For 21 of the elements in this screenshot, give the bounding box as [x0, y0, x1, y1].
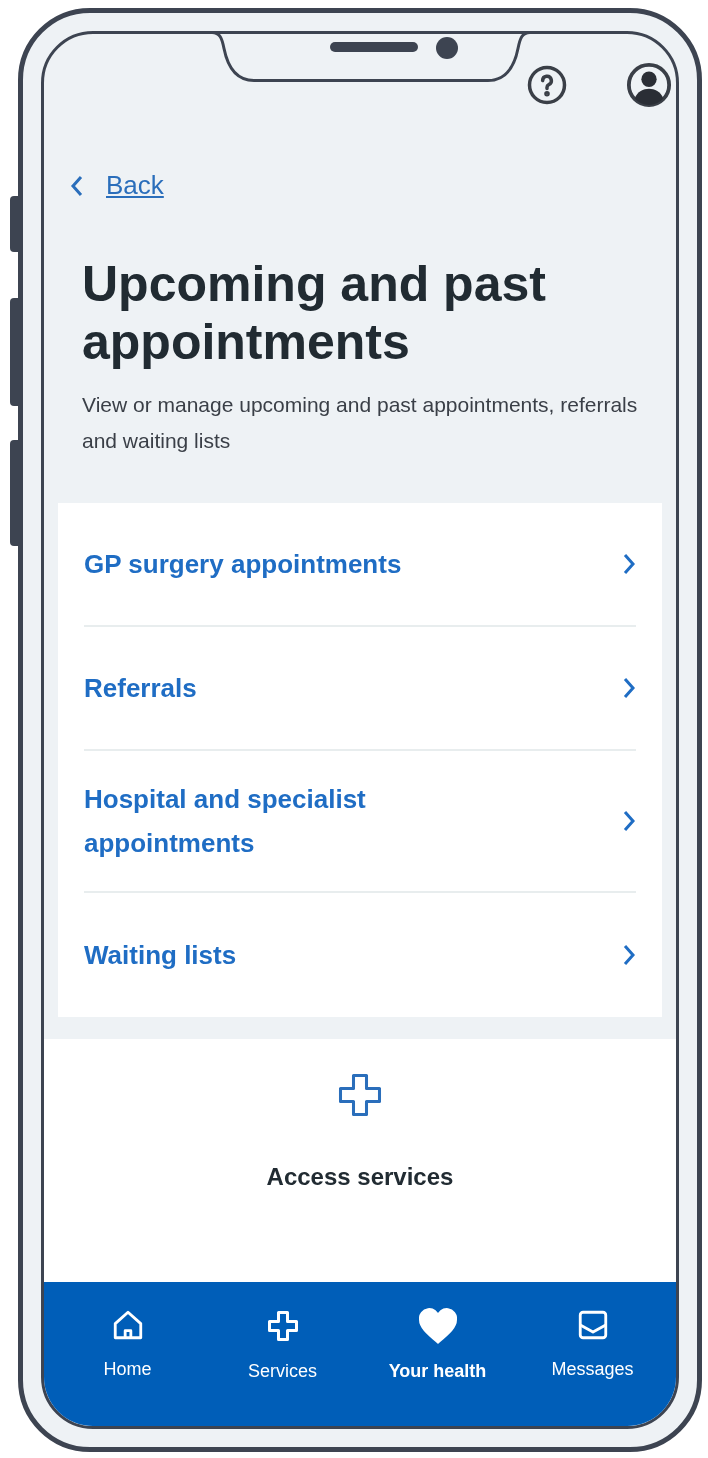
help-icon[interactable] — [526, 64, 568, 106]
menu-link[interactable]: Hospital and specialist appointments — [84, 751, 636, 893]
heart-icon — [418, 1308, 457, 1344]
speaker-icon — [330, 42, 418, 52]
back-link[interactable]: Back — [106, 166, 164, 205]
chevron-right-icon — [622, 553, 636, 575]
page-title: Upcoming and past appointments — [81, 255, 547, 371]
chevron-right-icon — [622, 944, 636, 966]
menu-link[interactable]: GP surgery appointments — [84, 503, 636, 627]
chevron-right-icon — [622, 677, 636, 699]
nav-tab[interactable]: Services — [205, 1308, 360, 1426]
page-subtitle: View or manage upcoming and past appointments, referrals and waiting lists — [81, 392, 639, 454]
profile-icon[interactable] — [626, 62, 672, 108]
menu-link[interactable]: Referrals — [84, 627, 636, 751]
chevron-left-icon — [70, 174, 84, 197]
nav-tab[interactable]: Messages — [515, 1308, 670, 1426]
nav-tab[interactable]: Home — [50, 1308, 205, 1426]
menu-link[interactable]: Waiting lists — [84, 893, 636, 1017]
panel-title: Access services — [266, 1162, 454, 1192]
chevron-right-icon — [622, 810, 636, 832]
nav-tab[interactable]: Your health — [360, 1308, 515, 1426]
